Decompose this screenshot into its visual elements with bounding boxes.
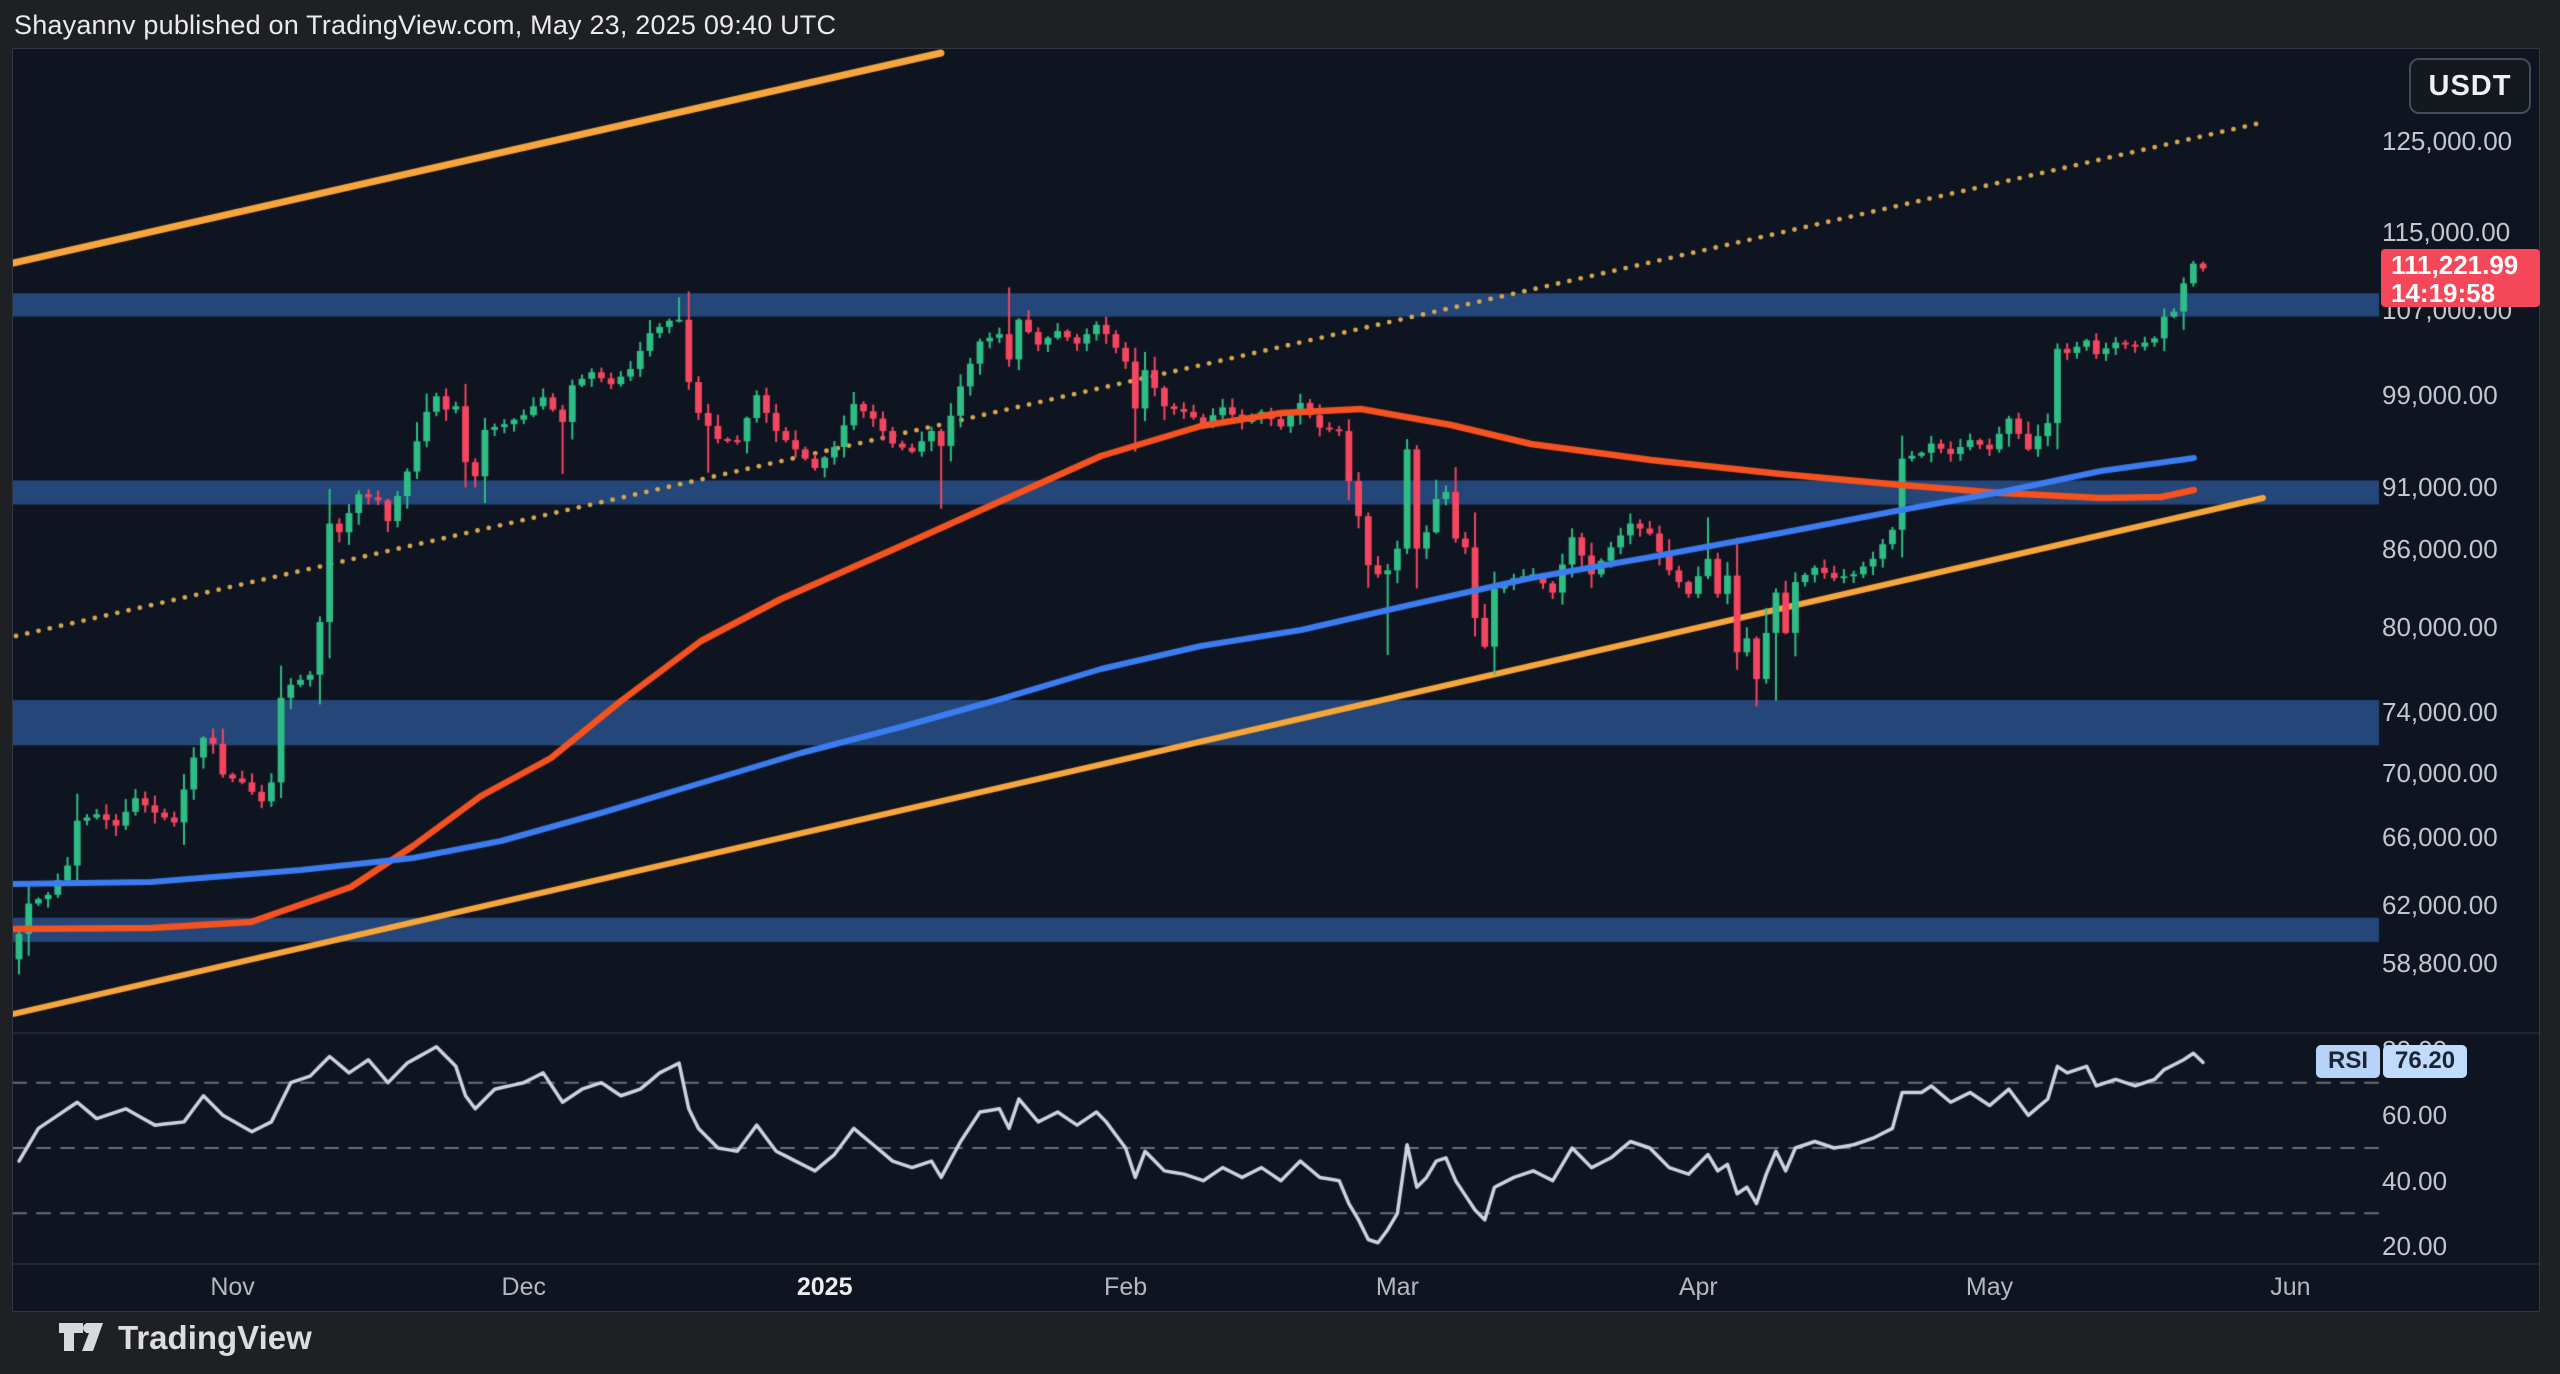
tradingview-logo-icon <box>58 1318 104 1358</box>
price-scale-label: 125,000.00 <box>2382 126 2512 157</box>
time-scale-label-nov: Nov <box>210 1273 254 1302</box>
time-scale-label-jun: Jun <box>2270 1273 2310 1302</box>
price-scale-label: 62,000.00 <box>2382 890 2498 921</box>
price-scale-label: 74,000.00 <box>2382 697 2498 728</box>
brand-name: TradingView <box>118 1319 312 1357</box>
footer-branding: TradingView <box>58 1318 312 1358</box>
price-scale-label: 70,000.00 <box>2382 758 2498 789</box>
price-scale-label: 66,000.00 <box>2382 822 2498 853</box>
time-scale-label-dec: Dec <box>502 1273 546 1302</box>
quote-currency-chip[interactable]: USDT <box>2409 58 2531 114</box>
price-scale-label: 80,000.00 <box>2382 612 2498 643</box>
last-price-value: 111,221.99 <box>2391 251 2540 279</box>
rsi-indicator-badge[interactable]: RSI 76.20 <box>2316 1045 2467 1078</box>
time-scale-label-feb: Feb <box>1104 1273 1147 1302</box>
rsi-scale-label: 40.00 <box>2382 1166 2447 1197</box>
rsi-indicator-value: 76.20 <box>2383 1045 2467 1078</box>
price-scale-label: 115,000.00 <box>2382 217 2510 248</box>
price-scale-label: 91,000.00 <box>2382 472 2498 503</box>
chart-widget: USDT 125,000.00 115,000.00 99,000.00 91,000… <box>12 48 2540 1312</box>
time-scale-label-may: May <box>1966 1273 2013 1302</box>
time-scale-label-apr: Apr <box>1679 1273 1718 1302</box>
rsi-indicator-label: RSI <box>2316 1045 2380 1078</box>
last-price-badge: 111,221.99 14:19:58 <box>2381 249 2540 307</box>
time-scale-label-mar: Mar <box>1376 1273 1419 1302</box>
time-scale-label-2025: 2025 <box>797 1273 853 1302</box>
price-scale-label: 86,000.00 <box>2382 534 2498 565</box>
price-scale-label: 58,800.00 <box>2382 948 2498 979</box>
rsi-scale-label: 20.00 <box>2382 1231 2447 1262</box>
rsi-scale-label: 60.00 <box>2382 1100 2447 1131</box>
last-price-countdown: 14:19:58 <box>2391 279 2540 307</box>
attribution-text: Shayannv published on TradingView.com, M… <box>14 5 836 45</box>
price-scale-label: 99,000.00 <box>2382 380 2498 411</box>
price-chart-canvas[interactable] <box>13 49 2541 1313</box>
tradingview-snapshot: Shayannv published on TradingView.com, M… <box>0 0 2560 1374</box>
